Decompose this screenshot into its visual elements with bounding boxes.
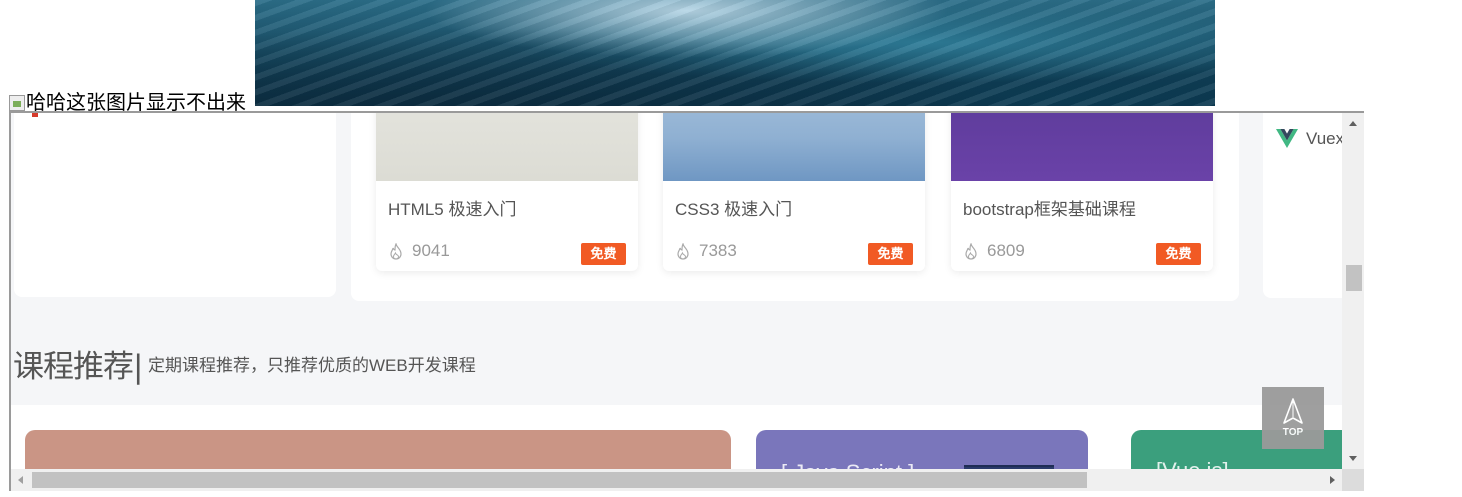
course-thumbnail: [951, 113, 1213, 181]
course-card-bootstrap[interactable]: bootstrap框架基础课程 6809 免费: [951, 113, 1213, 271]
horizontal-scroll-thumb[interactable]: [32, 472, 1087, 488]
fire-icon: [390, 243, 402, 260]
rocket-icon: [1283, 398, 1303, 424]
course-card-css3[interactable]: CSS3 极速入门 7383 免费: [663, 113, 925, 271]
course-title[interactable]: CSS3 极速入门: [675, 195, 792, 220]
scroll-down-arrow-icon: [1349, 456, 1357, 461]
left-card[interactable]: [14, 113, 336, 297]
scroll-right-arrow-icon: [1330, 476, 1335, 484]
left-card-icon: [32, 113, 38, 117]
course-title[interactable]: bootstrap框架基础课程: [963, 195, 1136, 220]
scrollbar-corner: [1342, 469, 1364, 491]
course-card-html5[interactable]: HTML5 极速入门 9041 免费: [376, 113, 638, 271]
banner-text: [Vue.js]: [1156, 458, 1229, 469]
view-count: 9041: [412, 241, 450, 260]
vuex-link[interactable]: Vuex: [1306, 129, 1342, 149]
scroll-right-button[interactable]: [1322, 469, 1342, 491]
course-thumbnail: [376, 113, 638, 181]
embedded-page-frame[interactable]: HTML5 极速入门 9041 免费 CSS3 极速入门 7383 免费 boo…: [9, 111, 1364, 491]
vertical-scroll-thumb[interactable]: [1346, 265, 1362, 291]
scroll-left-arrow-icon: [18, 476, 23, 484]
free-badge: 免费: [1156, 243, 1201, 265]
hero-image: [255, 0, 1215, 106]
course-thumbnail: [663, 113, 925, 181]
recommend-banner-javascript[interactable]: [ Java Script ]: [756, 430, 1088, 469]
banner-text: [ Java Script ]: [781, 460, 914, 469]
view-count: 6809: [987, 241, 1025, 260]
broken-image-icon: [9, 95, 25, 111]
page: 哈哈这张图片显示不出来 HTML5 极速入门 9041 免费 CSS3 极速入门…: [0, 0, 1462, 497]
course-title[interactable]: HTML5 极速入门: [388, 195, 516, 220]
fire-icon: [965, 243, 977, 260]
recommend-banner-1[interactable]: [25, 430, 731, 469]
back-to-top-button[interactable]: TOP: [1262, 387, 1324, 449]
scroll-down-button[interactable]: [1342, 447, 1364, 469]
embedded-page-content: HTML5 极速入门 9041 免费 CSS3 极速入门 7383 免费 boo…: [11, 113, 1342, 469]
horizontal-scrollbar[interactable]: [11, 469, 1342, 491]
free-badge: 免费: [868, 243, 913, 265]
section-title: 课程推荐|: [13, 349, 143, 385]
view-count: 7383: [699, 241, 737, 260]
back-to-top-label: TOP: [1282, 427, 1304, 438]
vue-logo-icon: [1276, 129, 1298, 148]
scroll-up-button[interactable]: [1342, 113, 1364, 135]
scroll-left-button[interactable]: [11, 469, 31, 491]
section-subtitle: 定期课程推荐，只推荐优质的WEB开发课程: [148, 356, 476, 375]
fire-icon: [677, 243, 689, 260]
vertical-scrollbar[interactable]: [1342, 113, 1364, 469]
free-badge: 免费: [581, 243, 626, 265]
scroll-up-arrow-icon: [1349, 121, 1357, 126]
